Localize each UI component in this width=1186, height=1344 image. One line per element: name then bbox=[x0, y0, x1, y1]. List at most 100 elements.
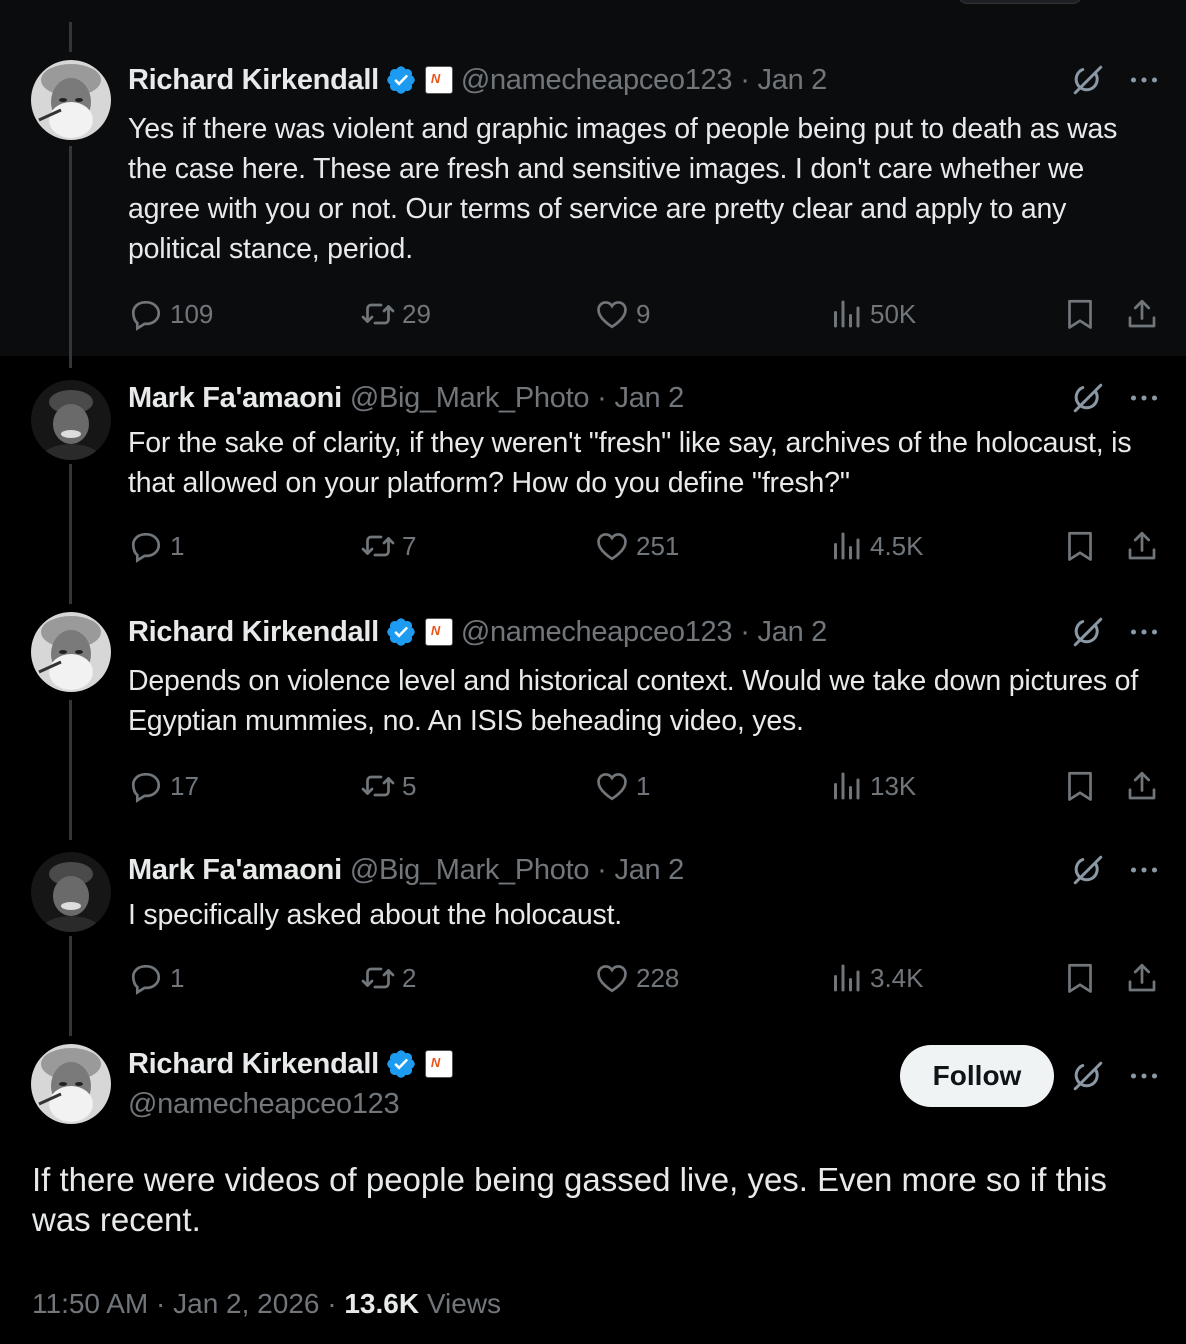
avatar[interactable] bbox=[31, 612, 111, 692]
bookmark-button[interactable] bbox=[1062, 294, 1104, 334]
display-name[interactable]: Mark Fa'amaoni bbox=[128, 382, 342, 415]
thread-line bbox=[69, 146, 72, 368]
repost-button[interactable]: 29 bbox=[360, 294, 431, 334]
views-label: Views bbox=[426, 1288, 502, 1319]
like-button[interactable]: 251 bbox=[594, 526, 679, 566]
affiliate-badge-icon[interactable]: N bbox=[424, 618, 453, 646]
bookmark-icon bbox=[1062, 768, 1098, 804]
display-name[interactable]: Mark Fa'amaoni bbox=[128, 854, 342, 887]
action-bar: 17 5 1 13K bbox=[128, 766, 1168, 806]
reply-button[interactable]: 1 bbox=[128, 958, 184, 998]
display-name[interactable]: Richard Kirkendall bbox=[128, 64, 379, 97]
views-count: 3.4K bbox=[870, 962, 924, 993]
bookmark-button[interactable] bbox=[1062, 526, 1104, 566]
like-count: 251 bbox=[636, 530, 680, 561]
reply-icon bbox=[128, 296, 164, 332]
avatar[interactable] bbox=[31, 852, 111, 932]
tweet-time[interactable]: 11:50 AM bbox=[32, 1288, 148, 1319]
display-name[interactable]: Richard Kirkendall bbox=[128, 1048, 379, 1081]
top-button-edge[interactable] bbox=[958, 0, 1082, 4]
more-icon[interactable] bbox=[1126, 380, 1162, 416]
views-icon bbox=[828, 528, 864, 564]
share-button[interactable] bbox=[1124, 526, 1166, 566]
grok-icon[interactable] bbox=[1070, 1058, 1106, 1094]
repost-count: 2 bbox=[402, 962, 417, 993]
verified-badge-icon[interactable] bbox=[385, 1048, 417, 1080]
views-count: 13K bbox=[870, 770, 917, 801]
share-button[interactable] bbox=[1124, 294, 1166, 334]
tweet-date[interactable]: Jan 2 bbox=[615, 854, 685, 887]
more-icon[interactable] bbox=[1126, 614, 1162, 650]
tweet-header: Richard Kirkendall N @namecheapceo123 · … bbox=[128, 62, 827, 98]
views-icon bbox=[828, 960, 864, 996]
grok-icon[interactable] bbox=[1070, 852, 1106, 888]
views-button[interactable]: 3.4K bbox=[828, 958, 924, 998]
repost-button[interactable]: 2 bbox=[360, 958, 416, 998]
tweet-date[interactable]: Jan 2 bbox=[758, 64, 828, 97]
tweet-date[interactable]: Jan 2 bbox=[615, 382, 685, 415]
heart-icon bbox=[594, 768, 630, 804]
like-button[interactable]: 1 bbox=[594, 766, 650, 806]
grok-icon[interactable] bbox=[1070, 62, 1106, 98]
affiliate-badge-icon[interactable]: N bbox=[424, 66, 453, 94]
bookmark-icon bbox=[1062, 296, 1098, 332]
views-count: 50K bbox=[870, 298, 917, 329]
share-icon bbox=[1124, 768, 1160, 804]
like-button[interactable]: 228 bbox=[594, 958, 679, 998]
tweet-header: Mark Fa'amaoni @Big_Mark_Photo · Jan 2 bbox=[128, 852, 684, 888]
more-icon[interactable] bbox=[1126, 1058, 1162, 1094]
more-icon[interactable] bbox=[1126, 852, 1162, 888]
action-bar: 1 2 228 3.4K bbox=[128, 958, 1168, 998]
handle[interactable]: @namecheapceo123 bbox=[128, 1088, 400, 1121]
action-bar: 109 29 9 50K bbox=[128, 294, 1168, 334]
like-count: 228 bbox=[636, 962, 680, 993]
tweet-text: Depends on violence level and historical… bbox=[128, 665, 1139, 737]
share-button[interactable] bbox=[1124, 766, 1166, 806]
views-button[interactable]: 50K bbox=[828, 294, 916, 334]
separator: · bbox=[597, 853, 607, 886]
thread-line bbox=[69, 700, 72, 840]
share-icon bbox=[1124, 960, 1160, 996]
tweet-text: For the sake of clarity, if they weren't… bbox=[128, 427, 1132, 499]
like-button[interactable]: 9 bbox=[594, 294, 650, 334]
follow-button[interactable]: Follow bbox=[900, 1045, 1054, 1107]
tweet-date[interactable]: Jan 2, 2026 bbox=[173, 1288, 319, 1319]
reply-count: 1 bbox=[170, 530, 185, 561]
tweet-date[interactable]: Jan 2 bbox=[758, 616, 828, 649]
thread-line bbox=[69, 936, 72, 1036]
separator: · bbox=[597, 381, 607, 414]
grok-icon[interactable] bbox=[1070, 380, 1106, 416]
avatar[interactable] bbox=[31, 1044, 111, 1124]
verified-badge-icon[interactable] bbox=[385, 64, 417, 96]
heart-icon bbox=[594, 960, 630, 996]
handle[interactable]: @Big_Mark_Photo bbox=[350, 854, 590, 887]
repost-button[interactable]: 7 bbox=[360, 526, 416, 566]
handle[interactable]: @namecheapceo123 bbox=[461, 64, 733, 97]
share-button[interactable] bbox=[1124, 958, 1166, 998]
handle[interactable]: @namecheapceo123 bbox=[461, 616, 733, 649]
views-button[interactable]: 13K bbox=[828, 766, 916, 806]
reply-icon bbox=[128, 960, 164, 996]
avatar[interactable] bbox=[31, 380, 111, 460]
bookmark-button[interactable] bbox=[1062, 958, 1104, 998]
share-icon bbox=[1124, 528, 1160, 564]
views-button[interactable]: 4.5K bbox=[828, 526, 924, 566]
reply-count: 17 bbox=[170, 770, 199, 801]
display-name[interactable]: Richard Kirkendall bbox=[128, 616, 379, 649]
separator: · bbox=[740, 63, 750, 96]
handle[interactable]: @Big_Mark_Photo bbox=[350, 382, 590, 415]
repost-icon bbox=[360, 296, 396, 332]
reply-button[interactable]: 1 bbox=[128, 526, 184, 566]
reply-button[interactable]: 109 bbox=[128, 294, 213, 334]
tweet-meta: 11:50 AM · Jan 2, 2026 · 13.6K Views bbox=[32, 1288, 501, 1320]
bookmark-button[interactable] bbox=[1062, 766, 1104, 806]
repost-count: 29 bbox=[402, 298, 431, 329]
repost-button[interactable]: 5 bbox=[360, 766, 416, 806]
avatar[interactable] bbox=[31, 60, 111, 140]
verified-badge-icon[interactable] bbox=[385, 616, 417, 648]
more-icon[interactable] bbox=[1126, 62, 1162, 98]
reply-button[interactable]: 17 bbox=[128, 766, 199, 806]
tweet-text: I specifically asked about the holocaust… bbox=[128, 899, 623, 931]
grok-icon[interactable] bbox=[1070, 614, 1106, 650]
affiliate-badge-icon[interactable]: N bbox=[424, 1050, 453, 1078]
